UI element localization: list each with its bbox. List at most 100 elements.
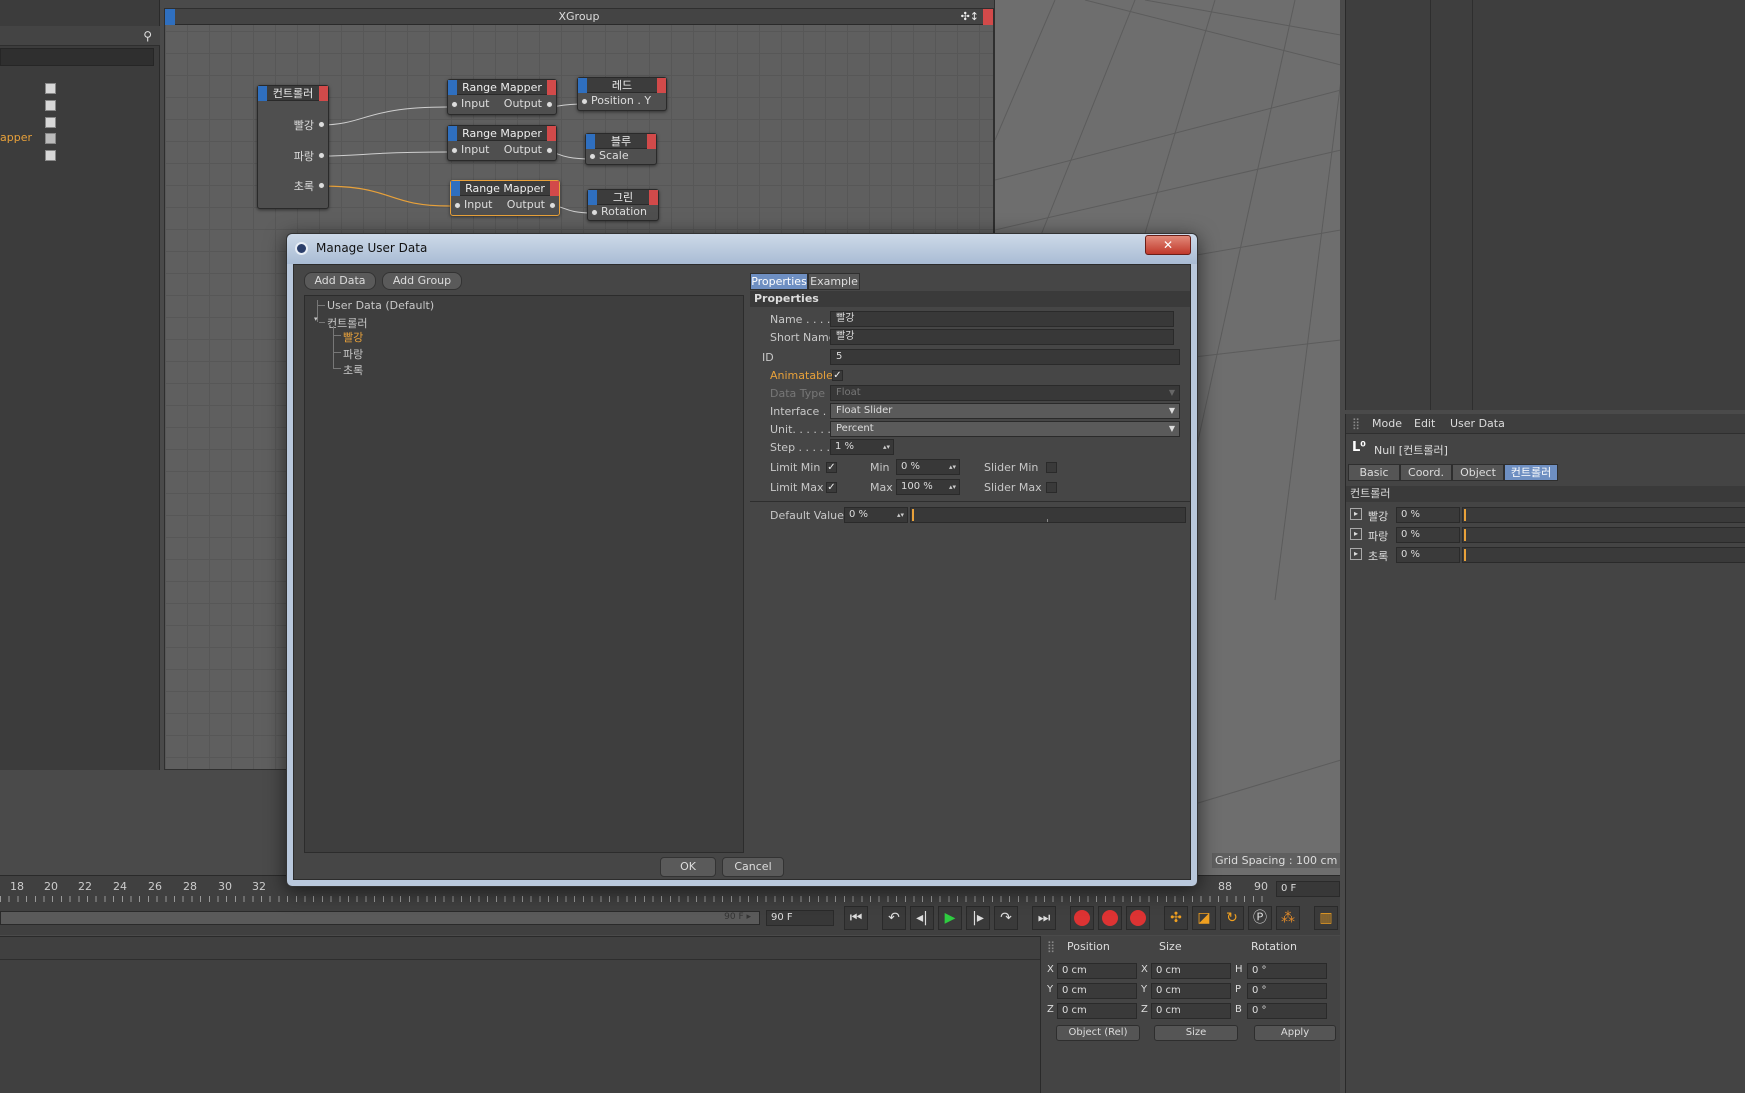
slider-knob[interactable] — [1464, 549, 1466, 561]
slider-knob[interactable] — [1464, 529, 1466, 541]
add-group-button[interactable]: Add Group — [382, 272, 462, 290]
position-y-field[interactable]: 0 cm — [1057, 983, 1137, 999]
cancel-button[interactable]: Cancel — [722, 857, 784, 877]
rotate-tool-icon[interactable]: ↻ — [1220, 906, 1244, 930]
spinner-arrows-icon[interactable]: ▴▾ — [949, 460, 956, 474]
next-key-button[interactable]: ↷ — [994, 906, 1018, 930]
keyframe-selection-icon[interactable] — [1126, 906, 1150, 930]
animate-toggle-icon[interactable]: ▸ — [1350, 508, 1362, 520]
record-active-objects-icon[interactable] — [1070, 906, 1094, 930]
animate-toggle-icon[interactable]: ▸ — [1350, 528, 1362, 540]
expand-arrow-icon[interactable]: ▾ — [314, 315, 318, 323]
tab-user-data[interactable]: 컨트롤러 — [1504, 464, 1558, 481]
tab-basic[interactable]: Basic — [1348, 464, 1400, 481]
output-port-dot[interactable] — [318, 182, 325, 189]
interface-select[interactable]: Float Slider ▼ — [830, 403, 1180, 419]
object-row[interactable]: apper — [0, 130, 160, 147]
position-z-field[interactable]: 0 cm — [1057, 1003, 1137, 1019]
tab-coord[interactable]: Coord. — [1400, 464, 1452, 481]
close-button[interactable]: ✕ — [1145, 235, 1191, 255]
tab-example[interactable]: Example — [808, 273, 860, 290]
tree-item-selected[interactable]: 빨강 — [343, 329, 363, 345]
input-port-dot[interactable] — [454, 202, 461, 209]
xpresso-tag-icon[interactable] — [45, 100, 56, 111]
animate-toggle-icon[interactable]: ▸ — [1350, 548, 1362, 560]
current-frame-field[interactable]: 0 F — [1276, 881, 1340, 897]
param-key-icon[interactable]: Ⓟ — [1248, 906, 1272, 930]
object-node-green[interactable]: 그린 Rotation — [587, 189, 659, 221]
rotation-h-field[interactable]: 0 ° — [1247, 963, 1327, 979]
spinner-arrows-icon[interactable]: ▴▾ — [883, 440, 890, 454]
search-icon[interactable]: ⚲ — [143, 29, 152, 43]
short-name-field[interactable]: 빨강 — [830, 329, 1174, 345]
size-x-field[interactable]: 0 cm — [1151, 963, 1231, 979]
value-field[interactable]: 0 % — [1396, 547, 1460, 563]
slider-knob[interactable] — [912, 509, 914, 521]
slider-knob[interactable] — [1464, 509, 1466, 521]
spinner-arrows-icon[interactable]: ▴▾ — [897, 508, 904, 522]
position-x-field[interactable]: 0 cm — [1057, 963, 1137, 979]
input-port-dot[interactable] — [451, 101, 458, 108]
output-port-dot[interactable] — [546, 101, 553, 108]
prev-key-button[interactable]: ↶ — [882, 906, 906, 930]
value-slider[interactable] — [1462, 527, 1745, 543]
slider-max-checkbox[interactable] — [1046, 482, 1057, 493]
controller-node[interactable]: 컨트롤러 빨강 파랑 초록 — [257, 85, 329, 209]
size-y-field[interactable]: 0 cm — [1151, 983, 1231, 999]
user-data-tree[interactable]: User Data (Default) ▾ 컨트롤러 빨강 파랑 초록 — [304, 295, 744, 853]
size-z-field[interactable]: 0 cm — [1151, 1003, 1231, 1019]
output-port-dot[interactable] — [318, 121, 325, 128]
output-port-dot[interactable] — [318, 152, 325, 159]
point-level-icon[interactable]: ⁂ — [1276, 906, 1300, 930]
rotation-b-field[interactable]: 0 ° — [1247, 1003, 1327, 1019]
material-manager[interactable] — [0, 936, 1040, 1093]
slider-min-checkbox[interactable] — [1046, 462, 1057, 473]
object-row[interactable] — [0, 80, 160, 97]
value-slider[interactable] — [1462, 547, 1745, 563]
timeline-window-icon[interactable]: ▥ — [1314, 906, 1338, 930]
input-port-dot[interactable] — [591, 209, 598, 216]
apply-button[interactable]: Apply — [1254, 1025, 1336, 1041]
size-mode-select[interactable]: Size — [1154, 1025, 1238, 1041]
animatable-checkbox[interactable]: ✓ — [832, 370, 843, 381]
step-field[interactable]: 1 % ▴▾ — [830, 439, 894, 455]
object-row[interactable] — [0, 147, 160, 164]
limit-max-checkbox[interactable]: ✓ — [826, 482, 837, 493]
xpresso-tag-icon[interactable] — [45, 150, 56, 161]
limit-min-checkbox[interactable]: ✓ — [826, 462, 837, 473]
unit-select[interactable]: Percent ▼ — [830, 421, 1180, 437]
ok-button[interactable]: OK — [660, 857, 716, 877]
play-button[interactable]: ▶ — [938, 906, 962, 930]
object-node-red[interactable]: 레드 Position . Y — [577, 77, 667, 111]
object-search-input[interactable] — [0, 48, 154, 66]
input-port-dot[interactable] — [451, 147, 458, 154]
move-tool-icon[interactable]: ✣ — [1164, 906, 1188, 930]
menu-user-data[interactable]: User Data — [1450, 417, 1505, 430]
end-frame-field[interactable]: 90 F — [766, 910, 834, 926]
range-mapper-node-selected[interactable]: Range Mapper Input Output — [450, 180, 560, 216]
value-field[interactable]: 0 % — [1396, 527, 1460, 543]
coord-mode-select[interactable]: Object (Rel) — [1056, 1025, 1140, 1041]
object-node-blue[interactable]: 블루 Scale — [585, 133, 657, 165]
null-tag-icon[interactable] — [45, 133, 56, 144]
wire-red[interactable] — [320, 106, 448, 126]
add-data-button[interactable]: Add Data — [304, 272, 376, 290]
scale-tool-icon[interactable]: ◪ — [1192, 906, 1216, 930]
tab-object[interactable]: Object — [1452, 464, 1504, 481]
value-slider[interactable] — [1462, 507, 1745, 523]
default-value-slider[interactable] — [910, 507, 1186, 523]
dialog-title-bar[interactable]: Manage User Data ✕ — [287, 234, 1197, 264]
range-mapper-node[interactable]: Range Mapper Input Output — [447, 79, 557, 115]
rotation-p-field[interactable]: 0 ° — [1247, 983, 1327, 999]
object-row[interactable] — [0, 114, 160, 131]
tree-item[interactable]: 초록 — [343, 362, 363, 378]
spinner-arrows-icon[interactable]: ▴▾ — [949, 480, 956, 494]
range-mapper-node[interactable]: Range Mapper Input Output — [447, 125, 557, 161]
go-to-start-button[interactable]: ⏮ — [844, 906, 868, 930]
output-port-dot[interactable] — [546, 147, 553, 154]
input-port-dot[interactable] — [589, 153, 596, 160]
id-field[interactable]: 5 — [830, 349, 1180, 365]
output-port-dot[interactable] — [549, 202, 556, 209]
input-port-dot[interactable] — [581, 98, 588, 105]
menu-edit[interactable]: Edit — [1414, 417, 1435, 430]
